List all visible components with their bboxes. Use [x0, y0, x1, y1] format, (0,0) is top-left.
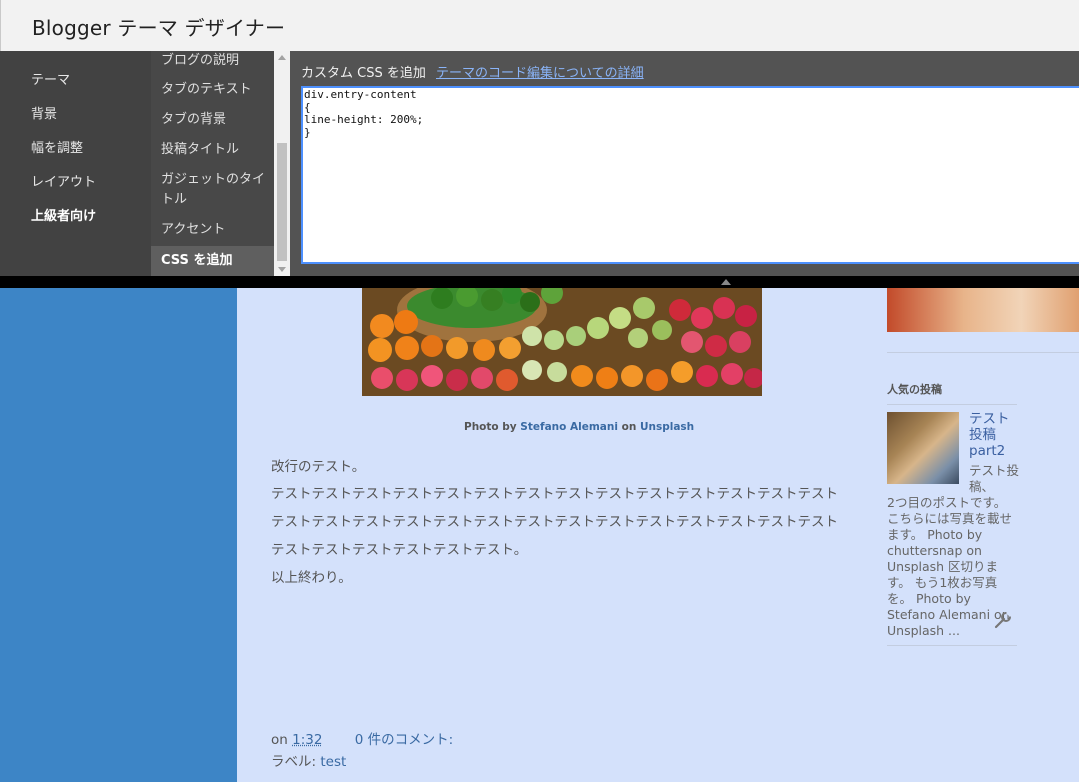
- popular-post-snippet-lead: テスト投稿、: [969, 463, 1020, 494]
- nav-sub-blog-description[interactable]: ブログの説明: [161, 51, 269, 71]
- custom-css-heading: カスタム CSS を追加: [301, 66, 426, 81]
- popular-divider-top: [887, 404, 1017, 405]
- post-body-line-1: 改行のテスト。: [271, 459, 366, 475]
- post-meta-on: on: [271, 732, 288, 748]
- nav-item-advanced[interactable]: 上級者向け: [31, 205, 96, 224]
- scrollbar-thumb[interactable]: [277, 143, 287, 261]
- post-timestamp-link[interactable]: 1:32: [292, 732, 322, 748]
- nav-sub-tab-text[interactable]: タブのテキスト: [161, 80, 269, 100]
- photo-author-link[interactable]: Stefano Alemani: [520, 421, 618, 433]
- designer-panel: テーマ 背景 幅を調整 レイアウト 上級者向け ブログの説明 タブのテキスト タ…: [0, 51, 1079, 276]
- nav-sub-add-css[interactable]: CSS を追加: [151, 246, 274, 276]
- post-labels: ラベル: test: [271, 750, 346, 770]
- photo-source-link[interactable]: Unsplash: [640, 421, 694, 433]
- photo-credit-on: on: [621, 421, 637, 433]
- nav-scrollbar[interactable]: [274, 51, 290, 276]
- scroll-up-icon[interactable]: [278, 55, 286, 60]
- theme-code-help-link[interactable]: テーマのコード編集についての詳細: [436, 62, 644, 81]
- post-body-paragraph: テストテストテストテストテストテストテストテストテストテストテストテストテストテ…: [271, 486, 838, 558]
- nav-item-layout[interactable]: レイアウト: [31, 171, 96, 190]
- nav-item-width[interactable]: 幅を調整: [31, 137, 83, 156]
- photo-credit: Photo by Stefano Alemani on Unsplash: [464, 421, 694, 433]
- popular-posts-heading: 人気の投稿: [887, 383, 942, 396]
- popular-divider-bottom: [887, 645, 1017, 646]
- nav-item-background[interactable]: 背景: [31, 103, 57, 122]
- primary-nav: テーマ 背景 幅を調整 レイアウト 上級者向け: [0, 51, 151, 276]
- nav-sub-tab-background[interactable]: タブの背景: [161, 110, 269, 130]
- sidebar-image: [887, 288, 1079, 332]
- preview-left-column: [0, 288, 237, 782]
- popular-post-title-link[interactable]: テスト投稿part2: [969, 411, 1017, 459]
- nav-sub-gadget-title[interactable]: ガジェットのタイトル: [161, 170, 269, 210]
- scroll-down-icon[interactable]: [278, 267, 286, 272]
- labels-prefix: ラベル:: [271, 754, 317, 770]
- secondary-nav: ブログの説明 タブのテキスト タブの背景 投稿タイトル ガジェットのタイトル ア…: [151, 51, 274, 276]
- wrench-icon[interactable]: [992, 609, 1014, 631]
- comments-link[interactable]: 0 件のコメント:: [355, 732, 453, 748]
- collapse-arrow-icon[interactable]: [721, 279, 731, 285]
- post-body-line-3: 以上終わり。: [271, 570, 352, 586]
- nav-sub-accent[interactable]: アクセント: [161, 220, 269, 240]
- nav-sub-post-title[interactable]: 投稿タイトル: [161, 140, 269, 160]
- sidebar-divider: [887, 352, 1079, 353]
- fruit-market-image: [362, 288, 762, 396]
- wrench-icon-svg: [994, 610, 1013, 629]
- post-photo-fruits: [362, 288, 762, 396]
- label-link-test[interactable]: test: [320, 754, 346, 770]
- nav-item-theme[interactable]: テーマ: [31, 69, 70, 88]
- panel-resize-bar[interactable]: [0, 276, 1079, 288]
- photo-credit-prefix: Photo by: [464, 421, 517, 433]
- post-meta: on 1:32 0 件のコメント:: [271, 728, 453, 748]
- theme-designer-header: Blogger テーマ デザイナー: [0, 0, 1079, 51]
- custom-css-textarea[interactable]: div.entry-content { line-height: 200%; }: [301, 86, 1079, 264]
- app-title: Blogger テーマ デザイナー: [32, 16, 286, 40]
